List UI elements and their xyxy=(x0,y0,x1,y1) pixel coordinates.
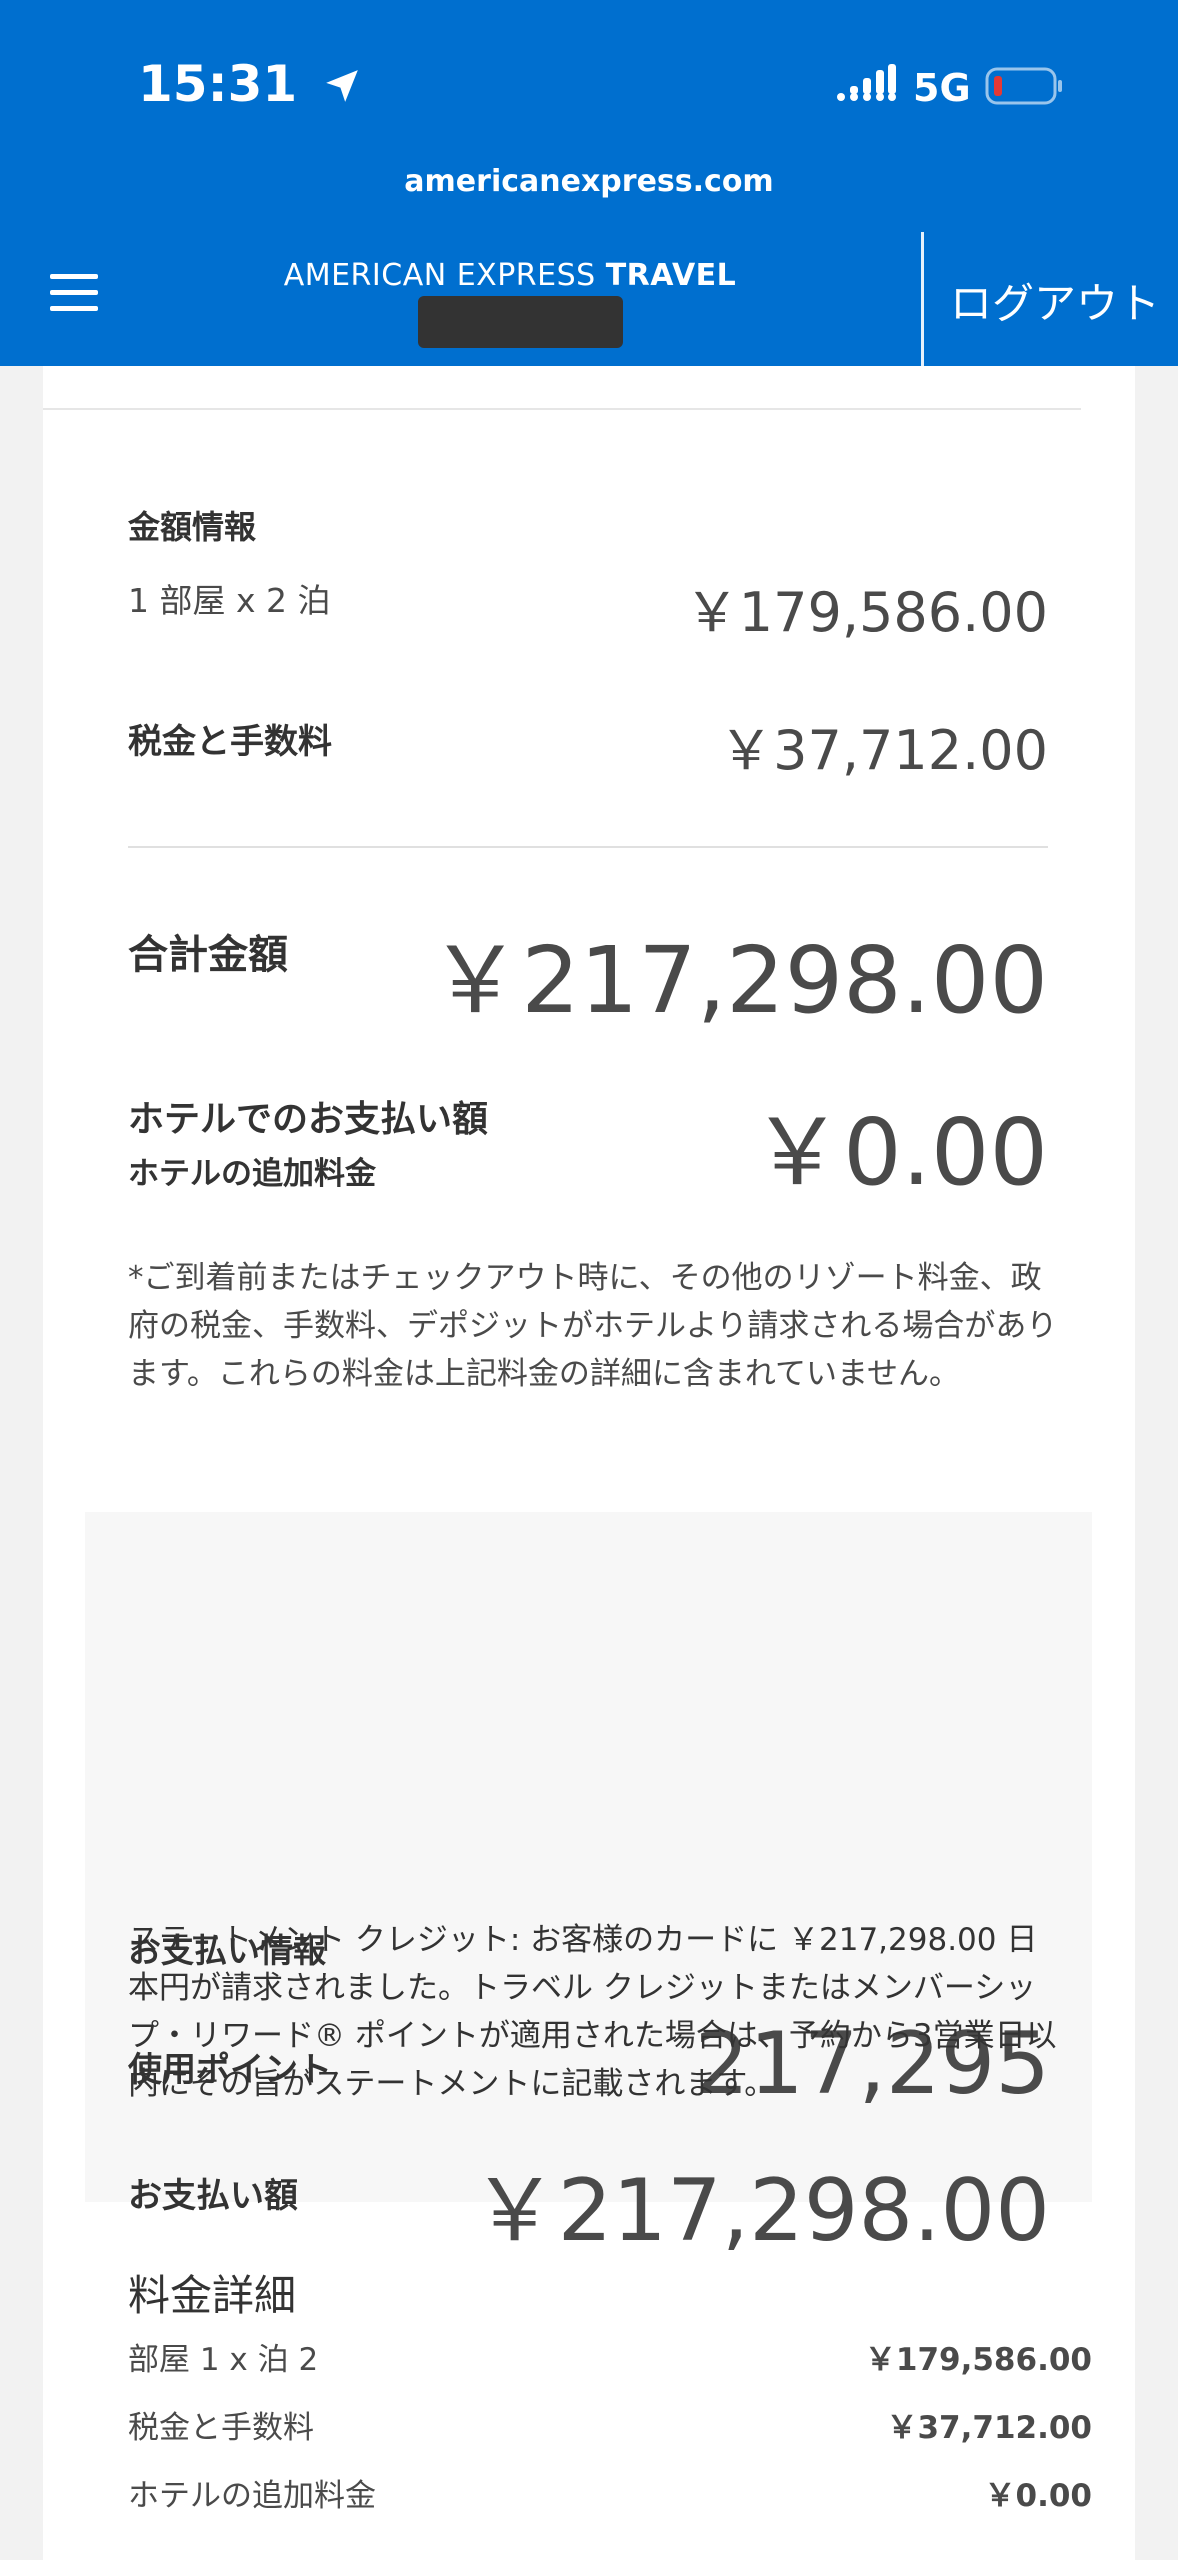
room-nights-value: ￥179,586.00 xyxy=(684,581,1048,644)
total-value: ￥217,298.00 xyxy=(429,927,1048,1034)
fee-row-value: ￥37,712.00 xyxy=(886,2410,1092,2446)
summary-card: 金額情報 1 部屋 x 2 泊 ￥179,586.00 税金と手数料 ￥37,7… xyxy=(43,366,1135,2560)
amount-label: お支払い額 xyxy=(128,2176,298,2216)
battery-icon xyxy=(985,67,1062,105)
header-divider xyxy=(921,232,924,366)
fee-row: 部屋 1 x 泊 2 ￥179,586.00 xyxy=(128,2334,1092,2384)
redacted-block xyxy=(418,296,623,348)
hotel-extra-label: ホテルの追加料金 xyxy=(128,1156,376,1192)
summary-divider xyxy=(128,846,1048,848)
statement-text: ステートメント クレジット: お客様のカードに ￥217,298.00 日本円が… xyxy=(128,1922,1057,2102)
fee-row-label: 税金と手数料 xyxy=(128,2410,314,2446)
fees-note: *ご到着前またはチェックアウト時に、その他のリゾート料金、政府の税金、手数料、デ… xyxy=(128,1260,1058,1392)
card-top-line xyxy=(43,408,1081,410)
fee-row-value: ￥179,586.00 xyxy=(864,2342,1092,2378)
location-arrow-icon xyxy=(325,70,358,102)
logout-button[interactable]: ログアウト xyxy=(950,270,1160,331)
status-time: 15:31 xyxy=(138,55,361,113)
summary-section-title: 金額情報 xyxy=(128,508,257,546)
room-nights-label: 1 部屋 x 2 泊 xyxy=(128,581,331,620)
menu-icon[interactable] xyxy=(50,274,98,316)
brand-bold: TRAVEL xyxy=(605,258,737,293)
fee-details-title: 料金詳細 xyxy=(128,2271,297,2320)
total-label: 合計金額 xyxy=(128,932,288,978)
url-bar[interactable]: americanexpress.com xyxy=(0,164,1178,199)
fee-row-label: ホテルの追加料金 xyxy=(128,2478,376,2514)
status-time-text: 15:31 xyxy=(138,55,298,113)
fee-row: ホテルの追加料金 ￥0.00 xyxy=(128,2470,1092,2520)
hotel-pay-value: ￥0.00 xyxy=(751,1099,1048,1206)
fee-row: 税金と手数料 ￥37,712.00 xyxy=(128,2402,1092,2452)
fee-row-label: 部屋 1 x 泊 2 xyxy=(128,2342,319,2378)
brand-logo[interactable]: AMERICAN EXPRESS TRAVEL xyxy=(260,258,760,293)
brand-regular: AMERICAN EXPRESS xyxy=(283,258,606,293)
taxes-label: 税金と手数料 xyxy=(128,722,332,762)
fee-row-value: ￥0.00 xyxy=(984,2478,1093,2514)
top-bar: 15:31 5G americanexpress.com AMERICAN EX… xyxy=(0,0,1178,366)
network-type: 5G xyxy=(913,66,971,110)
amount-value: ￥217,298.00 xyxy=(471,2161,1050,2261)
signal-icon xyxy=(837,64,896,101)
taxes-value: ￥37,712.00 xyxy=(719,719,1048,782)
hotel-pay-label: ホテルでのお支払い額 xyxy=(128,1099,489,1140)
